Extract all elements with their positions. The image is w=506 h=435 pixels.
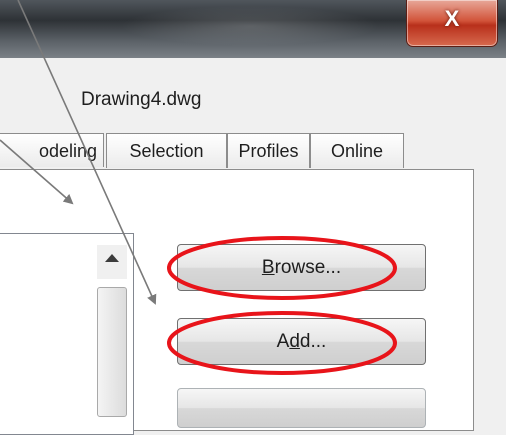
close-icon: X	[444, 6, 460, 31]
add-button-label-end: d...	[299, 331, 327, 352]
remove-button[interactable]	[177, 388, 426, 428]
current-drawing-label: Drawing4.dwg	[81, 89, 202, 110]
tab-modeling[interactable]: odeling	[0, 133, 104, 167]
title-bar: X	[0, 0, 506, 58]
browse-button-label-end: rowse...	[274, 257, 342, 278]
title-bar-glass	[120, 6, 380, 46]
scroll-up-button[interactable]	[97, 245, 127, 279]
close-button[interactable]: X	[406, 0, 498, 47]
browse-button-mnemonic: B	[261, 257, 275, 278]
tab-profiles[interactable]: Profiles	[227, 133, 310, 168]
add-button-mnemonic: d	[289, 331, 300, 352]
add-button-label-start: A	[276, 331, 290, 352]
browse-button[interactable]: Browse...	[177, 244, 426, 291]
arrow-up-icon	[105, 254, 119, 262]
tab-selection[interactable]: Selection	[106, 133, 227, 168]
tab-online[interactable]: Online	[310, 133, 404, 168]
scrollbar-thumb[interactable]	[97, 287, 127, 417]
add-button[interactable]: Add...	[177, 318, 426, 365]
